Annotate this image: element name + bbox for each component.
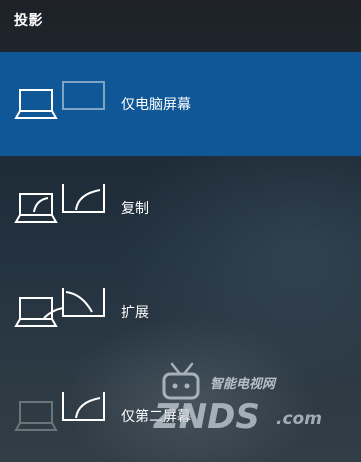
pc-screen-only-icon (14, 81, 105, 119)
extend-icon (14, 288, 105, 327)
option-label: 扩展 (121, 305, 149, 321)
option-label: 复制 (121, 201, 149, 217)
panel-title: 投影 (14, 13, 43, 29)
option-pc-screen-only[interactable]: 仅电脑屏幕 (0, 52, 361, 156)
watermark-top-text: 智能电视网 (210, 376, 277, 392)
second-screen-only-icon (14, 392, 105, 431)
option-label: 仅电脑屏幕 (121, 97, 191, 113)
projection-panel: 投影 仅电脑屏幕 复制 扩展 仅第二屏幕 智能电视网 ZNDS .com (0, 0, 361, 462)
znds-watermark-logo: 智能电视网 ZNDS .com (153, 362, 322, 434)
tv-icon (162, 362, 200, 400)
option-duplicate[interactable]: 复制 (0, 156, 361, 260)
watermark-suffix-text: .com (276, 409, 322, 429)
duplicate-icon (14, 184, 105, 223)
option-extend[interactable]: 扩展 (0, 260, 361, 364)
watermark-brand-text: ZNDS (153, 397, 260, 434)
